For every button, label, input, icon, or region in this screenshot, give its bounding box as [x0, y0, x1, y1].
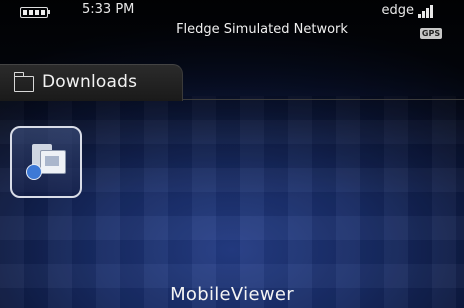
clock: 5:33 PM: [82, 2, 135, 17]
status-bar: 5:33 PM Fledge Simulated Network edge GP…: [0, 0, 464, 56]
folder-title: Downloads: [42, 72, 138, 92]
signal-strength-icon: [416, 4, 436, 18]
network-name: Fledge Simulated Network: [176, 22, 348, 37]
mobile-viewer-icon: [26, 144, 66, 180]
carrier-label: edge: [381, 3, 415, 18]
selected-app-label: MobileViewer: [170, 284, 294, 305]
folder-icon: [14, 72, 34, 92]
folder-tab[interactable]: Downloads: [0, 64, 183, 101]
gps-badge: GPS: [420, 28, 442, 39]
folder-tab-divider: [182, 99, 464, 100]
app-icon-mobileviewer[interactable]: [10, 126, 82, 198]
home-screen: 5:33 PM Fledge Simulated Network edge GP…: [0, 0, 464, 308]
battery-icon: [20, 7, 48, 18]
battery-tip: [48, 10, 50, 14]
